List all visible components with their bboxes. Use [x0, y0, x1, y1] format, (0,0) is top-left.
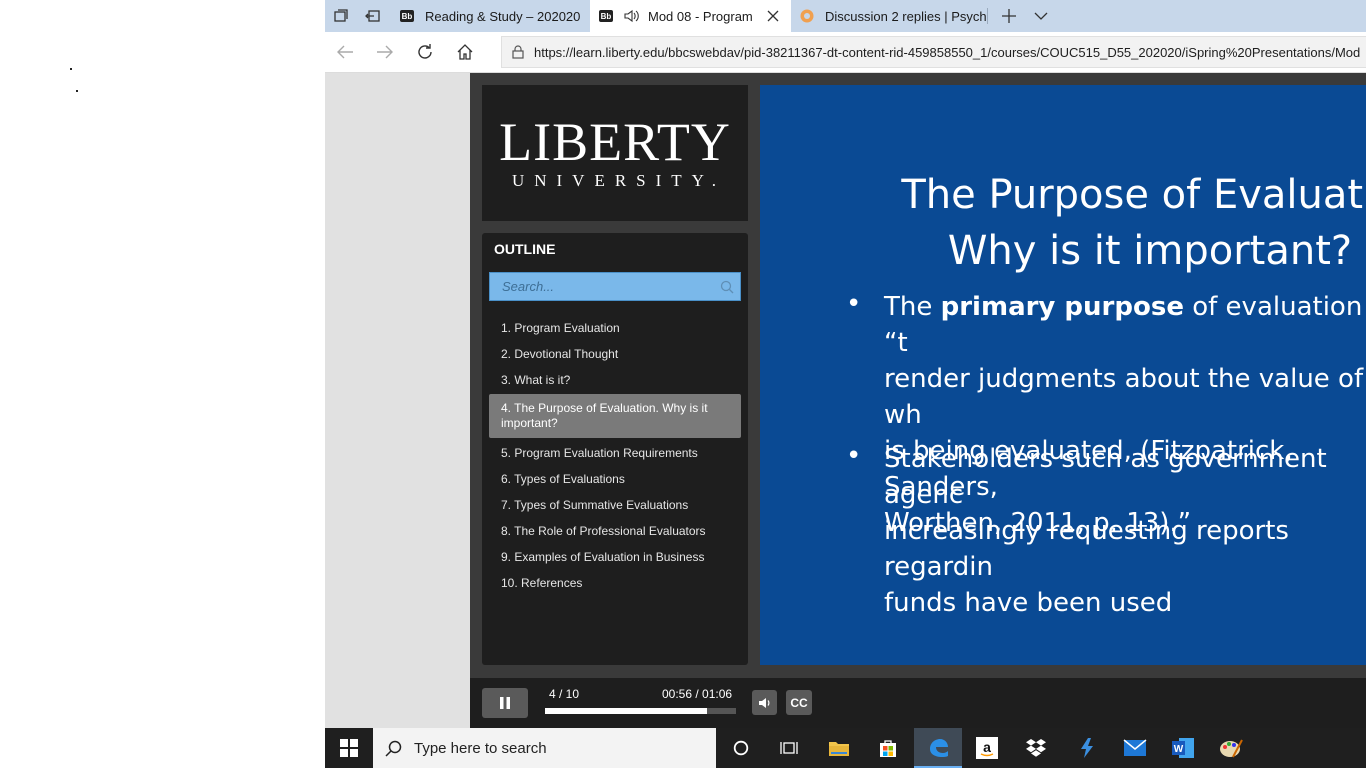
- slide-canvas: The Purpose of Evaluatio Why is it impor…: [760, 85, 1366, 665]
- logo-wordmark: LIBERTY: [499, 112, 731, 172]
- svg-text:a: a: [983, 739, 991, 755]
- paint-icon[interactable]: [1207, 728, 1255, 768]
- task-view-icon[interactable]: [765, 728, 813, 768]
- edge-icon[interactable]: [914, 728, 962, 768]
- mail-icon[interactable]: [1111, 728, 1159, 768]
- tab-title: Discussion 2 replies | Psycho: [825, 8, 987, 24]
- logo-subtitle: UNIVERSITY.: [511, 171, 727, 190]
- search-icon[interactable]: [720, 280, 734, 294]
- stray-dot: [70, 68, 72, 70]
- start-button[interactable]: [325, 728, 373, 768]
- vscode-icon[interactable]: [1062, 728, 1110, 768]
- file-explorer-icon[interactable]: [815, 728, 863, 768]
- windows-logo-icon: [340, 739, 358, 757]
- tab-mod-08[interactable]: Bb Mod 08 - Program: [590, 0, 791, 32]
- lifebuoy-icon: [799, 9, 815, 23]
- word-icon[interactable]: W: [1159, 728, 1207, 768]
- outline-item[interactable]: 9. Examples of Evaluation in Business: [489, 544, 741, 570]
- closed-captions-button[interactable]: CC: [786, 690, 812, 715]
- slide-title-line: Why is it important?: [947, 228, 1353, 274]
- taskbar-search-placeholder: Type here to search: [414, 739, 547, 757]
- blackboard-icon: Bb: [599, 10, 613, 22]
- new-tab-plus-icon[interactable]: [989, 0, 1029, 36]
- speaker-icon: [758, 697, 769, 708]
- bullet-text: The: [884, 292, 941, 322]
- outline-item[interactable]: 7. Types of Summative Evaluations: [489, 492, 741, 518]
- taskbar-search-box[interactable]: Type here to search: [373, 728, 716, 768]
- tab-title: Mod 08 - Program: [648, 8, 753, 24]
- pause-icon: [500, 697, 510, 709]
- amazon-icon[interactable]: a: [963, 728, 1011, 768]
- outline-search-input[interactable]: [502, 279, 702, 294]
- tab-reading-study[interactable]: Bb Reading & Study – 202020 S: [391, 0, 581, 32]
- dropbox-icon[interactable]: [1012, 728, 1060, 768]
- outline-item[interactable]: 1. Program Evaluation: [489, 315, 741, 341]
- refresh-icon[interactable]: [405, 32, 445, 72]
- bullet-marker: •: [846, 441, 862, 471]
- lock-icon: [512, 45, 524, 59]
- url-field[interactable]: https://learn.liberty.edu/bbcswebdav/pid…: [501, 36, 1366, 68]
- tab-separator: [987, 8, 988, 24]
- presentation-player: LIBERTY UNIVERSITY. OUTLINE 1. Program E…: [470, 73, 1366, 728]
- outline-panel: OUTLINE 1. Program Evaluation 2. Devotio…: [482, 233, 748, 665]
- stray-dot: [76, 90, 78, 92]
- speaker-audio-icon[interactable]: [624, 9, 640, 23]
- outline-item[interactable]: 8. The Role of Professional Evaluators: [489, 518, 741, 544]
- progress-fill: [545, 708, 707, 714]
- forward-arrow-icon[interactable]: [365, 32, 405, 72]
- tab-preview-chevron-down-icon[interactable]: [1025, 0, 1057, 36]
- pause-button[interactable]: [482, 688, 528, 718]
- cortana-icon[interactable]: [717, 728, 765, 768]
- outline-list: 1. Program Evaluation 2. Devotional Thou…: [489, 315, 741, 596]
- close-tab-icon[interactable]: [767, 10, 779, 22]
- playback-controls: 4 / 10 00:56 / 01:06 CC: [470, 678, 1366, 728]
- outline-item[interactable]: 2. Devotional Thought: [489, 341, 741, 367]
- slide-title-line: The Purpose of Evaluatio: [901, 172, 1366, 218]
- browser-address-bar: https://learn.liberty.edu/bbcswebdav/pid…: [325, 32, 1366, 73]
- outline-item-active[interactable]: 4. The Purpose of Evaluation. Why is it …: [489, 394, 741, 438]
- progress-bar[interactable]: [545, 708, 736, 714]
- search-icon: [385, 740, 402, 757]
- outline-item[interactable]: 3. What is it?: [489, 367, 741, 393]
- tab-title: Reading & Study – 202020 S: [425, 8, 581, 24]
- bullet-marker: •: [846, 289, 862, 319]
- url-text: https://learn.liberty.edu/bbcswebdav/pid…: [534, 44, 1361, 60]
- blackboard-icon: Bb: [400, 10, 414, 22]
- svg-text:W: W: [1174, 744, 1184, 755]
- browser-tab-bar: Bb Reading & Study – 202020 S Bb Mod 08 …: [325, 0, 1366, 32]
- outline-heading: OUTLINE: [494, 241, 556, 257]
- time-display: 00:56 / 01:06: [662, 687, 733, 701]
- slide-bullet-2: Stakeholders such as government agenc in…: [884, 444, 1327, 618]
- slide-counter: 4 / 10: [549, 687, 580, 701]
- outline-search-box[interactable]: [489, 272, 741, 301]
- windows-taskbar: Type here to search a W: [325, 728, 1366, 768]
- desktop-blank-area: [0, 0, 325, 728]
- home-icon[interactable]: [445, 32, 485, 72]
- tab-discussion[interactable]: Discussion 2 replies | Psycho: [791, 0, 987, 32]
- set-tabs-aside-icon[interactable]: [357, 0, 389, 36]
- store-icon[interactable]: [864, 728, 912, 768]
- volume-button[interactable]: [752, 690, 777, 715]
- back-arrow-icon[interactable]: [325, 32, 365, 72]
- outline-item[interactable]: 10. References: [489, 570, 741, 596]
- liberty-university-logo: LIBERTY UNIVERSITY.: [482, 85, 748, 221]
- bullet-bold-text: primary purpose: [940, 292, 1184, 322]
- outline-item[interactable]: 6. Types of Evaluations: [489, 466, 741, 492]
- slide-title: The Purpose of Evaluatio Why is it impor…: [890, 167, 1366, 279]
- outline-item[interactable]: 5. Program Evaluation Requirements: [489, 440, 741, 466]
- tab-manager-icon[interactable]: [325, 0, 357, 36]
